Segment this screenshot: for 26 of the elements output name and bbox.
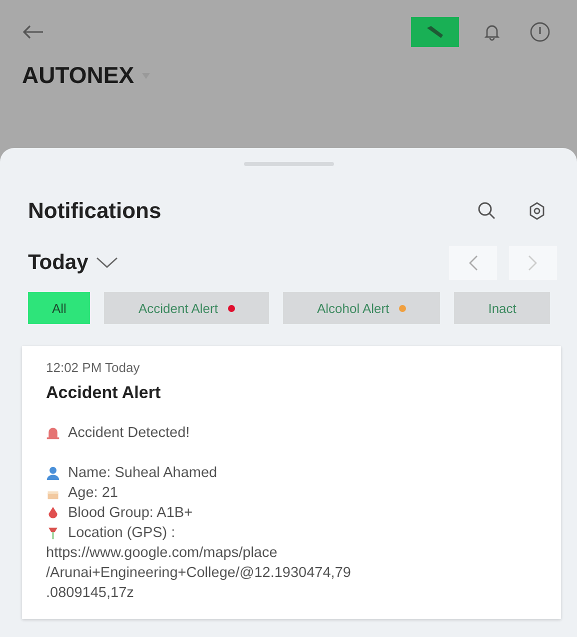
period-dropdown[interactable]: Today	[28, 251, 118, 275]
pin-icon	[46, 526, 60, 540]
back-arrow-icon[interactable]	[22, 25, 44, 39]
app-title: AUTONEX	[22, 62, 134, 89]
filter-chip[interactable]: Inact	[454, 292, 550, 324]
notification-time: 12:02 PM Today	[46, 360, 141, 375]
siren-icon	[46, 426, 60, 440]
tool-button[interactable]	[411, 17, 459, 47]
filter-chip[interactable]: Accident Alert	[104, 292, 269, 324]
detail-text: Age: 21	[68, 484, 118, 503]
drop-icon	[46, 506, 60, 520]
filter-chip[interactable]: All	[28, 292, 90, 324]
location-link-text: /Arunai+Engineering+College/@12.1930474,79	[46, 564, 352, 583]
person-icon	[46, 466, 60, 480]
location-link-text: .0809145,17z	[46, 584, 135, 603]
location-link-text: https://www.google.com/maps/place	[46, 544, 278, 563]
detail-text: Location (GPS) :	[68, 524, 176, 543]
notification-text: Accident Detected!	[68, 424, 190, 443]
chevron-right-icon	[528, 255, 538, 271]
chevron-down-icon	[96, 257, 118, 269]
filter-chip[interactable]: Alcohol Alert	[282, 292, 440, 324]
notification-title: Accident Alert	[46, 383, 162, 403]
detail-text: Blood Group: A1B+	[68, 504, 193, 523]
detail-text: Name: Suheal Ahamed	[68, 464, 218, 483]
chevron-left-icon	[468, 255, 478, 271]
sheet-title: Notifications	[28, 198, 162, 224]
